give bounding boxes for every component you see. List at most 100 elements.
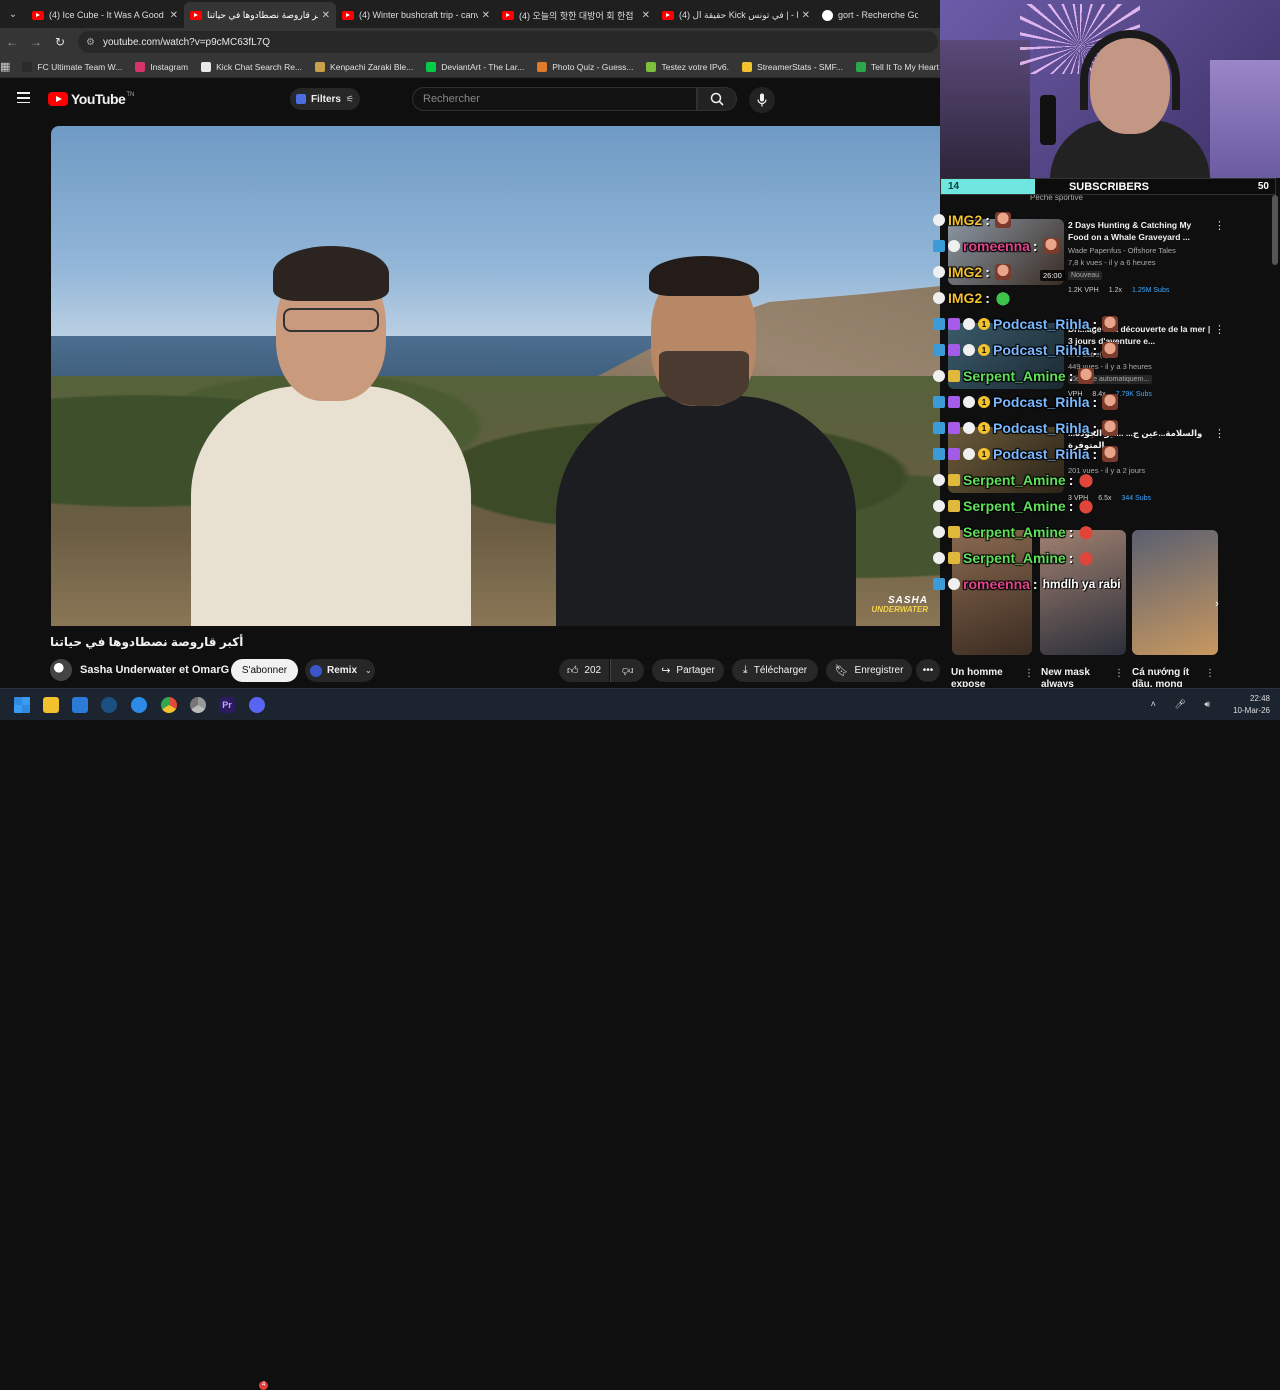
short-title[interactable]: Un homme expose: [951, 667, 1021, 687]
guide-menu-button[interactable]: [17, 92, 30, 104]
bookmark-item[interactable]: StreamerStats - SMF...: [742, 61, 843, 72]
bookmark-icon: 🔖︎: [834, 665, 849, 677]
chat-username[interactable]: Serpent_Amine: [963, 368, 1066, 384]
moderator-badge-icon: [933, 370, 945, 382]
download-label: Télécharger: [753, 665, 808, 676]
voice-search-button[interactable]: [749, 87, 775, 113]
chat-username[interactable]: romeenna: [963, 238, 1030, 254]
search-input[interactable]: Rechercher: [412, 87, 697, 111]
shorts-next-button[interactable]: ›: [1208, 598, 1226, 616]
download-icon: ⤓: [742, 664, 748, 676]
close-tab-icon[interactable]: ✕: [802, 10, 810, 21]
chrome-icon[interactable]: [161, 697, 177, 713]
chat-username[interactable]: Serpent_Amine: [963, 550, 1066, 566]
reload-button[interactable]: ↻: [48, 35, 72, 49]
chat-username[interactable]: Podcast_Rihla: [993, 342, 1089, 358]
search-button[interactable]: [697, 87, 737, 111]
chat-username[interactable]: IMG2: [948, 264, 982, 280]
browser-tab[interactable]: (4) 오늘의 핫한 대방어 회 한접 ✕: [496, 2, 656, 28]
youtube-play-icon: [48, 92, 68, 106]
youtube-logo[interactable]: YouTube TN: [48, 91, 134, 107]
prime-badge-icon: [933, 318, 945, 330]
site-info-icon[interactable]: ⚙: [86, 37, 95, 48]
chat-username[interactable]: Serpent_Amine: [963, 498, 1066, 514]
save-button[interactable]: 🔖︎ Enregistrer: [826, 659, 912, 682]
more-actions-button[interactable]: •••: [916, 659, 940, 682]
bookmark-item[interactable]: DeviantArt - The Lar...: [426, 61, 524, 72]
youtube-header: YouTube TN Filters ⚟ Rechercher: [0, 78, 940, 120]
browser-tab[interactable]: (4) حقيقة ال Kick في تونس | - he ✕: [656, 2, 816, 28]
chat-username[interactable]: Serpent_Amine: [963, 472, 1066, 488]
chat-username[interactable]: IMG2: [948, 290, 982, 306]
chevron-down-icon: ⌄: [365, 666, 372, 675]
youtube-favicon-icon: [190, 10, 202, 20]
video-player[interactable]: SASHA UNDERWATER: [51, 126, 940, 626]
more-vertical-icon[interactable]: ⋮: [1205, 668, 1215, 679]
subscribe-button[interactable]: S'abonner: [231, 659, 298, 682]
remix-button[interactable]: Remix ⌄: [305, 659, 375, 682]
short-title[interactable]: New mask always: [1041, 667, 1111, 687]
share-label: Partager: [676, 665, 715, 676]
moderator-badge-icon: [948, 240, 960, 252]
system-tray-icons[interactable]: ˄ 🎤︎ 🔊︎: [1151, 699, 1218, 710]
channel-avatar[interactable]: [50, 659, 72, 681]
discord-icon[interactable]: [249, 697, 265, 713]
browser-tab[interactable]: أكبر قاروصة نصطادوها في حياتنا ✕: [184, 2, 336, 28]
premiere-pro-icon[interactable]: Pr: [219, 697, 235, 713]
bookmark-item[interactable]: Kick Chat Search Re...: [201, 61, 302, 72]
chat-username[interactable]: Serpent_Amine: [963, 524, 1066, 540]
short-title[interactable]: Cá nướng ít dầu, mong: [1132, 667, 1202, 687]
chat-username[interactable]: romeenna: [963, 576, 1030, 592]
chat-username[interactable]: Podcast_Rihla: [993, 394, 1089, 410]
chat-username[interactable]: Podcast_Rihla: [993, 420, 1089, 436]
bookmark-item[interactable]: Testez votre IPv6.: [646, 61, 729, 72]
face-emote-icon: [1102, 446, 1119, 462]
reload-icon: ↻: [54, 35, 66, 49]
system-clock[interactable]: 22:48 10-Mar-26: [1233, 693, 1270, 717]
chat-username[interactable]: Podcast_Rihla: [993, 316, 1089, 332]
channel-watermark: SASHA UNDERWATER: [871, 595, 928, 614]
chat-username[interactable]: IMG2: [948, 212, 982, 228]
close-tab-icon[interactable]: ✕: [170, 10, 178, 21]
gifter-badge-icon: 1: [978, 448, 990, 460]
forward-button[interactable]: →: [24, 35, 48, 49]
apps-grid-icon[interactable]: ▦: [0, 60, 10, 73]
more-vertical-icon[interactable]: ⋮: [1024, 668, 1034, 679]
close-tab-icon[interactable]: ✕: [322, 10, 330, 21]
back-button[interactable]: ←: [0, 35, 24, 49]
download-button[interactable]: ⤓ Télécharger: [732, 659, 818, 682]
remix-label: Remix: [327, 665, 358, 676]
chat-message: romeenna:: [933, 234, 1059, 258]
gifter-badge-icon: 1: [978, 318, 990, 330]
bookmark-item[interactable]: FC Ultimate Team W...: [22, 61, 122, 72]
windows-start-icon[interactable]: [14, 697, 30, 713]
bookmark-item[interactable]: Instagram: [135, 61, 188, 72]
devil-emote-icon: [1078, 498, 1095, 514]
outlook-icon[interactable]: [72, 697, 88, 713]
file-explorer-icon[interactable]: [43, 697, 59, 713]
chrome-profile-icon[interactable]: [190, 697, 206, 713]
more-vertical-icon[interactable]: ⋮: [1114, 668, 1124, 679]
channel-name[interactable]: Sasha Underwater et OmarG: [80, 664, 229, 676]
chat-username[interactable]: Podcast_Rihla: [993, 446, 1089, 462]
share-button[interactable]: ↪ Partager: [652, 659, 724, 682]
address-bar[interactable]: ⚙ youtube.com/watch?v=p9cMC63fL7Q: [78, 31, 938, 53]
bookmark-item[interactable]: Kenpachi Zaraki Ble...: [315, 61, 413, 72]
subscriber-goal-target: 50: [1257, 181, 1269, 192]
search-placeholder: Rechercher: [423, 93, 480, 105]
clock-date: 10-Mar-26: [1233, 706, 1270, 715]
browser-tab[interactable]: (4) Ice Cube - It Was A Good Day ✕: [26, 2, 184, 28]
close-tab-icon[interactable]: ✕: [482, 10, 490, 21]
battlenet-icon[interactable]: [131, 697, 147, 713]
close-tab-icon[interactable]: ✕: [642, 10, 650, 21]
bookmark-item[interactable]: Photo Quiz - Guess...: [537, 61, 633, 72]
steam-icon[interactable]: [101, 697, 117, 713]
like-button[interactable]: 👍︎ 202: [559, 659, 609, 682]
moderator-badge-icon: [933, 266, 945, 278]
browser-tab[interactable]: (4) Winter bushcraft trip - canv ✕: [336, 2, 496, 28]
tab-search-button[interactable]: ⌄: [0, 0, 26, 28]
browser-tab[interactable]: gort - Recherche Google: [816, 2, 924, 28]
dislike-button[interactable]: 👍︎: [610, 659, 644, 682]
bookmark-item[interactable]: Tell It To My Heart -...: [856, 61, 940, 72]
filters-button[interactable]: Filters ⚟: [290, 88, 360, 110]
